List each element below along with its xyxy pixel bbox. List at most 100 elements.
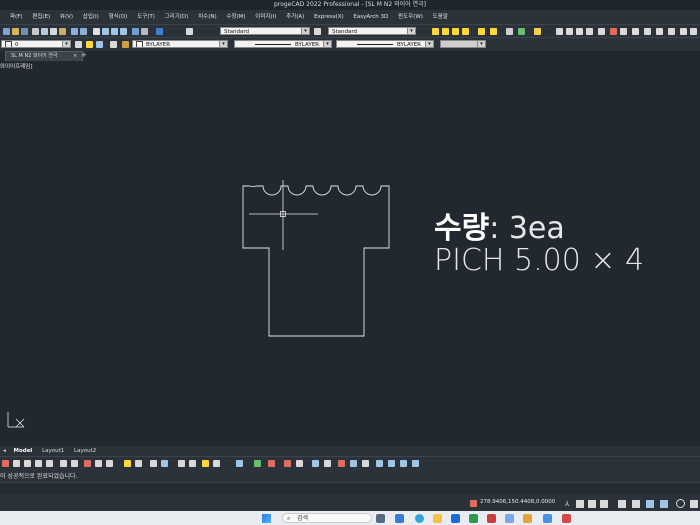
osnap-endpoint-icon[interactable]: [556, 28, 563, 35]
menu-dimension[interactable]: 치수(N): [198, 10, 217, 24]
spline-icon[interactable]: [71, 460, 78, 467]
stretch-icon[interactable]: [350, 460, 357, 467]
dimension-radius-icon[interactable]: [462, 28, 469, 35]
app-word-icon[interactable]: [451, 514, 460, 523]
array-icon[interactable]: [236, 460, 243, 467]
plotstyle-select[interactable]: ▾: [440, 40, 486, 48]
linetype-select[interactable]: BYLAYER ▾: [234, 40, 332, 48]
osnap-perpendicular-icon[interactable]: [644, 28, 651, 35]
osnap-mode-icon[interactable]: [632, 500, 640, 508]
color-select[interactable]: BYLAYER ▾: [132, 40, 228, 48]
osnap-node-icon[interactable]: [586, 28, 593, 35]
menu-easyarch[interactable]: EasyArch 3D: [353, 10, 388, 24]
mirror-icon[interactable]: [202, 460, 209, 467]
app-taskview-icon[interactable]: [395, 514, 404, 523]
part-outline[interactable]: [242, 185, 390, 337]
lock-icon[interactable]: [470, 500, 477, 507]
otrack-mode-icon[interactable]: [646, 500, 654, 508]
text-style-select[interactable]: Standard ▾: [220, 27, 310, 35]
menu-view[interactable]: 뷰(V): [60, 10, 73, 24]
break-icon[interactable]: [284, 460, 291, 467]
osnap-clear-icon[interactable]: [680, 28, 687, 35]
drawing-canvas[interactable]: 수량: 3ea PICH 5.00 × 4: [0, 60, 700, 446]
lineweight-select[interactable]: BYLAYER ▾: [336, 40, 434, 48]
ellipse-icon[interactable]: [60, 460, 67, 467]
dimension-angular-icon[interactable]: [452, 28, 459, 35]
osnap-extension-icon[interactable]: [620, 28, 627, 35]
erase-icon[interactable]: [338, 460, 345, 467]
fullscreen-icon[interactable]: [690, 500, 698, 508]
osnap-quadrant-icon[interactable]: [598, 28, 605, 35]
scale-icon[interactable]: [189, 460, 196, 467]
dimension-continue-icon[interactable]: [518, 28, 525, 35]
tab-model[interactable]: Model: [14, 448, 33, 454]
extend-icon[interactable]: [268, 460, 275, 467]
mtext-icon[interactable]: [106, 460, 113, 467]
app-chat-icon[interactable]: [415, 514, 424, 523]
windows-start-icon[interactable]: [262, 514, 271, 523]
add-tab-icon[interactable]: +: [81, 51, 87, 60]
app-widget-icon[interactable]: [376, 514, 385, 523]
properties-icon[interactable]: [132, 28, 139, 35]
trim-icon[interactable]: [254, 460, 261, 467]
color-picker-icon[interactable]: [122, 41, 129, 48]
lineweight-toggle-icon[interactable]: [660, 500, 668, 508]
undo-icon[interactable]: [71, 28, 78, 35]
leader-icon[interactable]: [534, 28, 541, 35]
osnap-intersection-icon[interactable]: [610, 28, 617, 35]
osnap-nearest-icon[interactable]: [668, 28, 675, 35]
pan-icon[interactable]: [93, 28, 100, 35]
ortho-mode-icon[interactable]: [600, 500, 608, 508]
dimension-baseline-icon[interactable]: [506, 28, 513, 35]
layer-select[interactable]: 0 ▾: [1, 40, 71, 48]
app-browser-icon[interactable]: [505, 514, 514, 523]
polyline-icon[interactable]: [13, 460, 20, 467]
block-icon[interactable]: [124, 460, 131, 467]
osnap-tangent-icon[interactable]: [656, 28, 663, 35]
osnap-insertion-icon[interactable]: [632, 28, 639, 35]
offset-icon[interactable]: [213, 460, 220, 467]
menu-format[interactable]: 형식(O): [109, 10, 128, 24]
menu-image[interactable]: 이미지(I): [255, 10, 276, 24]
osnap-settings-icon[interactable]: [690, 28, 697, 35]
menu-tools[interactable]: 도구(T): [137, 10, 155, 24]
line-icon[interactable]: [2, 460, 9, 467]
app-photos-icon[interactable]: [543, 514, 552, 523]
dimension-linear-icon[interactable]: [432, 28, 439, 35]
quantity-label[interactable]: 수량: 3ea: [434, 211, 565, 246]
close-icon[interactable]: ×: [73, 53, 77, 59]
zoom-window-icon[interactable]: [111, 28, 118, 35]
arc-icon[interactable]: [46, 460, 53, 467]
command-input[interactable]: [0, 482, 700, 495]
grid-mode-icon[interactable]: [588, 500, 596, 508]
chamfer-icon[interactable]: [312, 460, 319, 467]
menu-window[interactable]: 윈도우(W): [398, 10, 423, 24]
move-icon[interactable]: [150, 460, 157, 467]
polar-mode-icon[interactable]: [618, 500, 626, 508]
menu-insert[interactable]: 삽입(I): [83, 10, 99, 24]
menu-add[interactable]: 추가(A): [286, 10, 304, 24]
fillet-icon[interactable]: [296, 460, 303, 467]
layer-previous-icon[interactable]: [96, 41, 103, 48]
rectangle-icon[interactable]: [24, 460, 31, 467]
layer-state-icon[interactable]: [110, 41, 117, 48]
cut-icon[interactable]: [41, 28, 48, 35]
insert-icon[interactable]: [135, 460, 142, 467]
app-explorer-icon[interactable]: [433, 514, 442, 523]
tab-layout2[interactable]: Layout2: [74, 448, 96, 454]
align-icon[interactable]: [412, 460, 419, 467]
save-icon[interactable]: [21, 28, 28, 35]
dimension-diameter-icon[interactable]: [478, 28, 485, 35]
app-progecad-icon[interactable]: [562, 514, 571, 523]
layer-manager-icon[interactable]: [75, 41, 82, 48]
hatch-icon[interactable]: [84, 460, 91, 467]
osnap-center-icon[interactable]: [576, 28, 583, 35]
measure-icon[interactable]: [376, 460, 383, 467]
osnap-midpoint-icon[interactable]: [566, 28, 573, 35]
menu-draw[interactable]: 그리기(D): [165, 10, 189, 24]
snap-mode-icon[interactable]: [576, 500, 584, 508]
taskbar-search[interactable]: ⌕ 검색: [282, 513, 372, 523]
app-mail-icon[interactable]: [523, 514, 532, 523]
zoom-extents-icon[interactable]: [120, 28, 127, 35]
coordinates-readout[interactable]: 278.9406,150.4408,0.0000: [480, 499, 555, 505]
